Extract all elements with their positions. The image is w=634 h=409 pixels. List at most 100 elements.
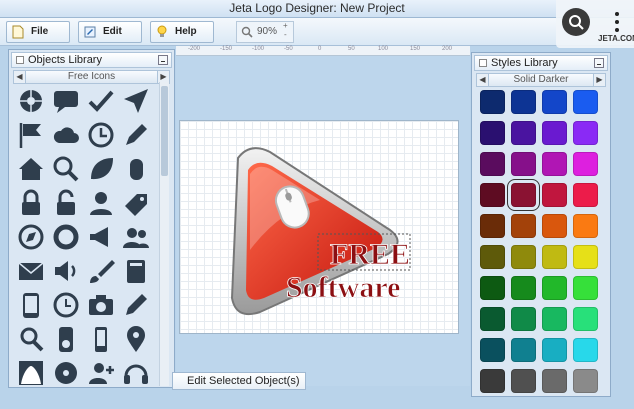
speech-bubble-icon[interactable] xyxy=(51,86,81,116)
user-icon[interactable] xyxy=(86,188,116,218)
clock-icon[interactable] xyxy=(86,120,116,150)
magnifier-icon[interactable] xyxy=(16,324,46,354)
panel-minimize-icon[interactable] xyxy=(158,55,168,65)
ruler-tick: -100 xyxy=(252,46,265,52)
style-swatch[interactable] xyxy=(507,179,540,211)
home-icon[interactable] xyxy=(16,154,46,184)
style-swatch[interactable] xyxy=(542,307,567,331)
scrollbar-thumb[interactable] xyxy=(161,86,168,176)
speaker-icon[interactable] xyxy=(51,256,81,286)
flag-icon[interactable] xyxy=(16,120,46,150)
lifebuoy-icon[interactable] xyxy=(51,222,81,252)
style-swatch[interactable] xyxy=(542,183,567,207)
style-swatch[interactable] xyxy=(573,183,598,207)
style-category-selector[interactable]: ◀ Solid Darker ▶ xyxy=(476,73,606,87)
edit-selected-objects-button[interactable]: Edit Selected Object(s) xyxy=(172,372,306,390)
clock-outline-icon[interactable] xyxy=(51,290,81,320)
style-swatch[interactable] xyxy=(480,90,505,114)
cloud-icon[interactable] xyxy=(51,120,81,150)
style-swatch[interactable] xyxy=(542,369,567,393)
style-swatch[interactable] xyxy=(480,307,505,331)
title-bar: Jeta Logo Designer: New Project xyxy=(0,0,634,18)
style-swatch[interactable] xyxy=(542,214,567,238)
brush-icon[interactable] xyxy=(86,256,116,286)
panel-minimize-icon[interactable] xyxy=(594,58,604,68)
tag-icon[interactable] xyxy=(121,188,151,218)
style-swatch[interactable] xyxy=(573,90,598,114)
style-swatch[interactable] xyxy=(511,245,536,269)
pencil-icon[interactable] xyxy=(121,120,151,150)
users-icon[interactable] xyxy=(121,222,151,252)
style-swatch[interactable] xyxy=(511,307,536,331)
camera-icon[interactable] xyxy=(86,290,116,320)
aperture-icon[interactable] xyxy=(16,86,46,116)
zoom-spinner[interactable] xyxy=(282,21,291,40)
lens-search-icon[interactable] xyxy=(562,8,590,36)
style-swatch[interactable] xyxy=(573,276,598,300)
style-swatch[interactable] xyxy=(480,121,505,145)
style-swatch[interactable] xyxy=(480,369,505,393)
help-button[interactable]: Help xyxy=(150,21,214,43)
main-toolbar: File Edit Help 90% xyxy=(0,18,634,46)
style-swatch[interactable] xyxy=(480,276,505,300)
style-swatch[interactable] xyxy=(480,245,505,269)
style-swatch[interactable] xyxy=(511,90,536,114)
envelope-icon[interactable] xyxy=(16,256,46,286)
unlock-icon[interactable] xyxy=(51,188,81,218)
style-swatch[interactable] xyxy=(542,338,567,362)
more-options-icon[interactable] xyxy=(602,8,632,36)
style-swatch[interactable] xyxy=(542,152,567,176)
file-button[interactable]: File xyxy=(6,21,70,43)
style-swatch[interactable] xyxy=(511,214,536,238)
prev-arrow-icon[interactable]: ◀ xyxy=(14,71,26,83)
style-swatch[interactable] xyxy=(480,338,505,362)
style-swatch[interactable] xyxy=(511,152,536,176)
style-swatch[interactable] xyxy=(573,214,598,238)
grip-icon[interactable] xyxy=(479,59,487,67)
style-swatch[interactable] xyxy=(480,183,505,207)
next-arrow-icon[interactable]: ▶ xyxy=(593,74,605,86)
style-swatch[interactable] xyxy=(573,369,598,393)
style-swatch[interactable] xyxy=(480,152,505,176)
style-swatch[interactable] xyxy=(573,338,598,362)
style-swatch[interactable] xyxy=(573,121,598,145)
style-swatch[interactable] xyxy=(542,90,567,114)
checkmark-icon[interactable] xyxy=(86,86,116,116)
style-swatch[interactable] xyxy=(573,152,598,176)
style-swatch[interactable] xyxy=(511,121,536,145)
ruler-tick: 200 xyxy=(442,46,453,52)
compass-icon[interactable] xyxy=(16,222,46,252)
style-swatch[interactable] xyxy=(542,245,567,269)
logo-artwork[interactable]: FREE Software xyxy=(210,140,420,320)
shape-icon[interactable] xyxy=(16,358,46,388)
edit-button[interactable]: Edit xyxy=(78,21,142,43)
mouse-icon[interactable] xyxy=(121,154,151,184)
style-swatch[interactable] xyxy=(573,307,598,331)
disc-icon[interactable] xyxy=(51,358,81,388)
send-arrow-icon[interactable] xyxy=(121,86,151,116)
style-swatch[interactable] xyxy=(511,276,536,300)
grip-icon[interactable] xyxy=(16,56,24,64)
user-add-icon[interactable] xyxy=(86,358,116,388)
objects-scrollbar[interactable] xyxy=(159,82,169,386)
headset-icon[interactable] xyxy=(121,358,151,388)
style-swatch[interactable] xyxy=(511,369,536,393)
style-swatch[interactable] xyxy=(480,214,505,238)
map-pin-icon[interactable] xyxy=(121,324,151,354)
zoom-control[interactable]: 90% xyxy=(236,21,294,43)
prev-arrow-icon[interactable]: ◀ xyxy=(477,74,489,86)
tablet-icon[interactable] xyxy=(16,290,46,320)
pen-icon[interactable] xyxy=(121,290,151,320)
book-icon[interactable] xyxy=(121,256,151,286)
megaphone-icon[interactable] xyxy=(86,222,116,252)
search-icon[interactable] xyxy=(51,154,81,184)
leaf-icon[interactable] xyxy=(86,154,116,184)
style-swatch[interactable] xyxy=(542,276,567,300)
style-swatch[interactable] xyxy=(573,245,598,269)
style-swatch[interactable] xyxy=(542,121,567,145)
icon-category-selector[interactable]: ◀ Free Icons ▶ xyxy=(13,70,170,84)
padlock-icon[interactable] xyxy=(16,188,46,218)
ipod-icon[interactable] xyxy=(51,324,81,354)
style-swatch[interactable] xyxy=(511,338,536,362)
phone-icon[interactable] xyxy=(86,324,116,354)
